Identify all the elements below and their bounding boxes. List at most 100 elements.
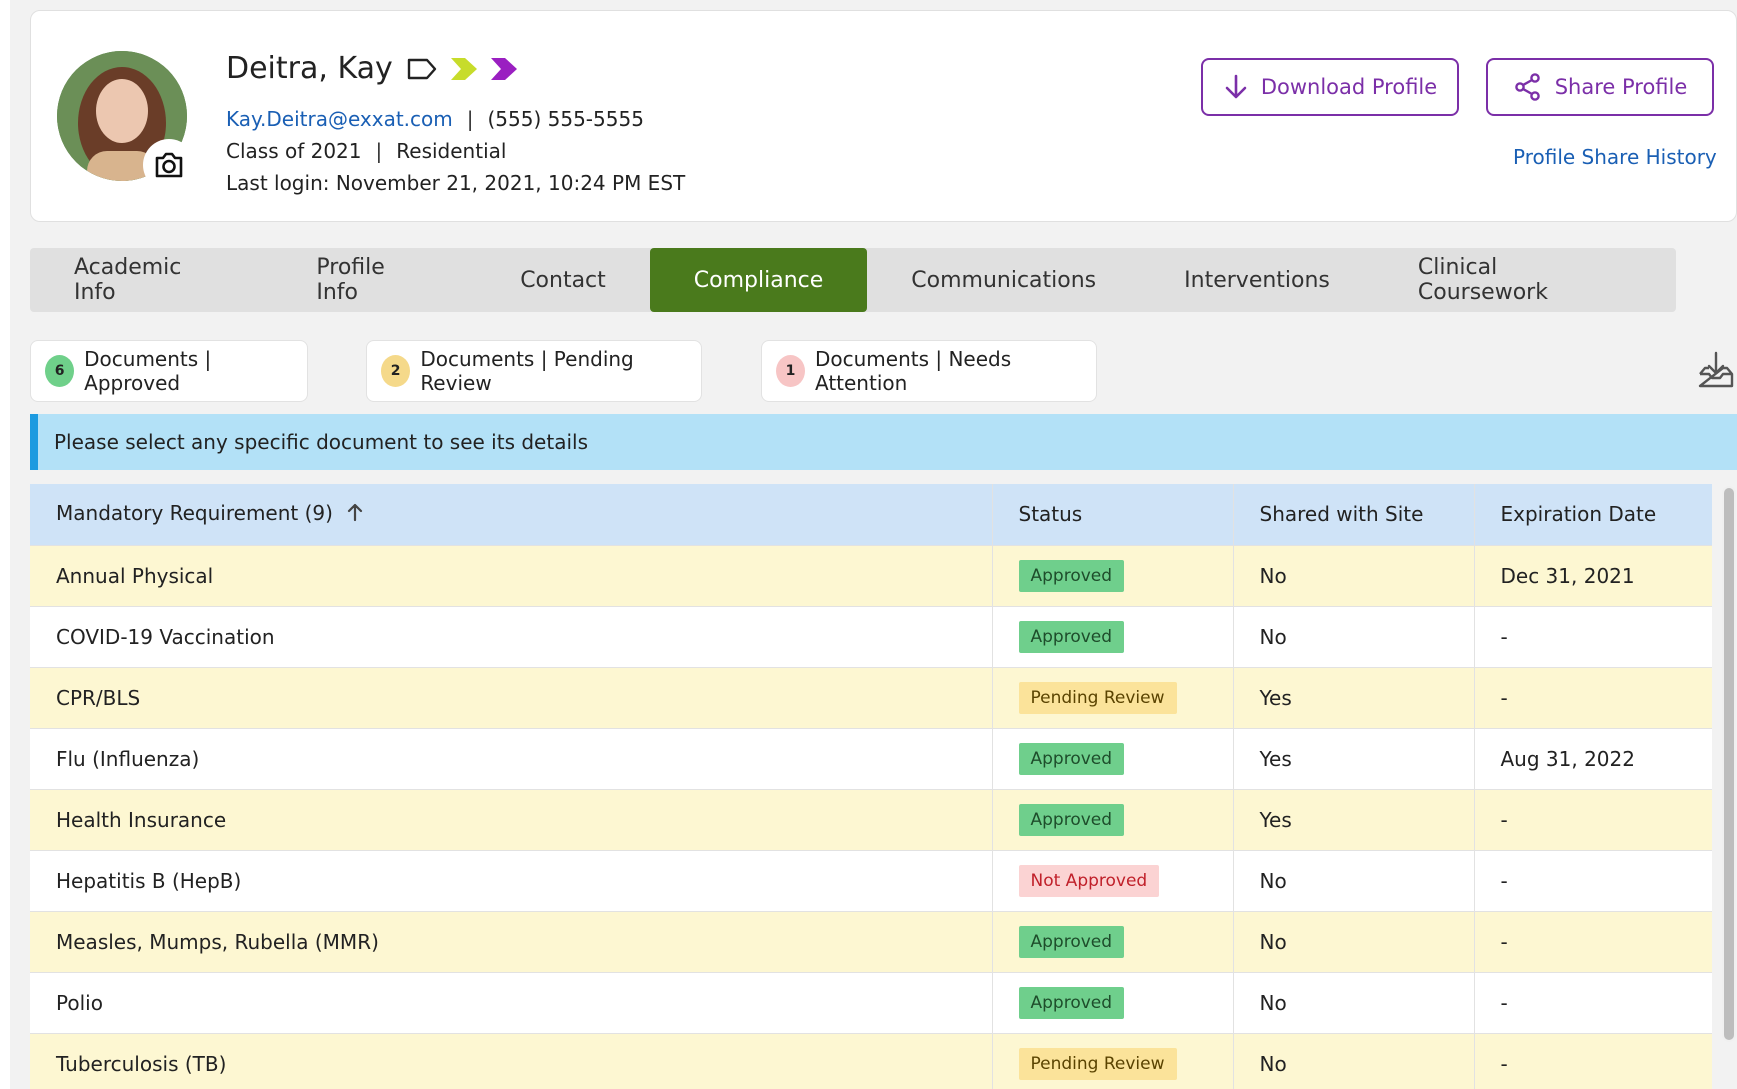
share-icon	[1514, 73, 1540, 101]
tag-outline-icon[interactable]	[407, 58, 437, 80]
status-badge: Pending Review	[1018, 681, 1177, 714]
tab-clinical-coursework[interactable]: Clinical Coursework	[1374, 248, 1676, 312]
email-link[interactable]: Kay.Deitra@exxat.com	[226, 107, 453, 131]
status-cell: Approved	[992, 728, 1234, 790]
profile-tabs: Academic Info Profile Info Contact Compl…	[30, 248, 1676, 312]
tab-compliance[interactable]: Compliance	[649, 248, 868, 312]
requirement-cell: Polio	[30, 972, 993, 1034]
status-cell: Approved	[992, 789, 1234, 851]
name-row: Deitra, Kay	[226, 51, 517, 86]
last-login: Last login: November 21, 2021, 10:24 PM …	[226, 171, 686, 195]
shared-cell: No	[1233, 1033, 1475, 1089]
tab-contact[interactable]: Contact	[476, 248, 650, 312]
requirement-cell: Flu (Influenza)	[30, 728, 993, 790]
status-badge: Approved	[1018, 559, 1125, 592]
status-cell: Approved	[992, 545, 1234, 607]
status-cell: Pending Review	[992, 667, 1234, 729]
table-row[interactable]: CPR/BLS Pending Review Yes -	[30, 667, 1712, 729]
expiration-cell: -	[1474, 911, 1712, 973]
shared-cell: Yes	[1233, 728, 1475, 790]
status-badge: Approved	[1018, 803, 1125, 836]
shared-cell: No	[1233, 850, 1475, 912]
requirement-cell: Measles, Mumps, Rubella (MMR)	[30, 911, 993, 973]
change-photo-button[interactable]	[143, 139, 195, 191]
share-profile-label: Share Profile	[1554, 75, 1688, 99]
table-row[interactable]: Health Insurance Approved Yes -	[30, 789, 1712, 851]
approved-documents-label: Documents | Approved	[84, 347, 212, 395]
expiration-cell: -	[1474, 789, 1712, 851]
status-cell: Approved	[992, 606, 1234, 668]
header-expiration-date[interactable]: Expiration Date	[1474, 484, 1712, 546]
requirements-table: Mandatory Requirement (9) Status Shared …	[30, 484, 1712, 1089]
phone-number: (555) 555-5555	[487, 107, 644, 131]
expiration-cell: -	[1474, 606, 1712, 668]
expiration-cell: -	[1474, 667, 1712, 729]
tab-profile-info[interactable]: Profile Info	[272, 248, 476, 312]
table-row[interactable]: COVID-19 Vaccination Approved No -	[30, 606, 1712, 668]
header-mandatory-requirement[interactable]: Mandatory Requirement (9)	[30, 484, 993, 546]
attention-count-badge: 1	[776, 355, 805, 387]
requirement-cell: Health Insurance	[30, 789, 993, 851]
separator: |	[466, 107, 474, 131]
chevron-right-lime-icon	[450, 57, 477, 80]
status-cell: Not Approved	[992, 850, 1234, 912]
pending-documents-filter[interactable]: 2 Documents | Pending Review	[366, 340, 702, 402]
header-shared-with-site[interactable]: Shared with Site	[1233, 484, 1475, 546]
table-scrollbar-thumb[interactable]	[1724, 488, 1734, 1040]
export-download-icon[interactable]	[1696, 350, 1736, 390]
expiration-cell: -	[1474, 972, 1712, 1034]
pending-documents-label: Documents | Pending Review	[420, 347, 634, 395]
shared-cell: No	[1233, 606, 1475, 668]
shared-cell: Yes	[1233, 667, 1475, 729]
status-cell: Approved	[992, 972, 1234, 1034]
header-status[interactable]: Status	[992, 484, 1234, 546]
table-row[interactable]: Measles, Mumps, Rubella (MMR) Approved N…	[30, 911, 1712, 973]
requirement-cell: COVID-19 Vaccination	[30, 606, 993, 668]
chevron-right-purple-icon	[490, 57, 517, 80]
status-badge: Approved	[1018, 620, 1125, 653]
expiration-cell: Dec 31, 2021	[1474, 545, 1712, 607]
approved-count-badge: 6	[45, 355, 75, 387]
attention-documents-filter[interactable]: 1 Documents | Needs Attention	[761, 340, 1097, 402]
status-cell: Approved	[992, 911, 1234, 973]
shared-cell: Yes	[1233, 789, 1475, 851]
table-row[interactable]: Hepatitis B (HepB) Not Approved No -	[30, 850, 1712, 912]
table-scrollbar[interactable]	[1722, 486, 1736, 1042]
table-header-row: Mandatory Requirement (9) Status Shared …	[30, 484, 1712, 546]
program-type: Residential	[396, 139, 507, 163]
sort-ascending-icon[interactable]	[347, 502, 363, 527]
class-year: Class of 2021	[226, 139, 362, 163]
approved-documents-filter[interactable]: 6 Documents | Approved	[30, 340, 308, 402]
info-banner: Please select any specific document to s…	[30, 414, 1737, 470]
table-row[interactable]: Annual Physical Approved No Dec 31, 2021	[30, 545, 1712, 607]
requirement-cell: Tuberculosis (TB)	[30, 1033, 993, 1089]
profile-share-history-link[interactable]: Profile Share History	[1513, 145, 1717, 169]
status-badge: Pending Review	[1018, 1047, 1177, 1080]
shared-cell: No	[1233, 972, 1475, 1034]
camera-icon	[155, 152, 183, 178]
attention-documents-label: Documents | Needs Attention	[814, 347, 1012, 395]
status-badge: Approved	[1018, 742, 1125, 775]
expiration-cell: -	[1474, 1033, 1712, 1089]
share-profile-button[interactable]: Share Profile	[1486, 58, 1714, 116]
download-profile-button[interactable]: Download Profile	[1201, 58, 1459, 116]
pending-count-badge: 2	[381, 355, 411, 387]
requirement-cell: Hepatitis B (HepB)	[30, 850, 993, 912]
page: Deitra, Kay Kay.Deitra@exxat.com | (555) 5…	[0, 0, 1737, 1089]
tab-academic-info[interactable]: Academic Info	[30, 248, 272, 312]
profile-details: Kay.Deitra@exxat.com | (555) 555-5555 Clas…	[226, 103, 685, 199]
table-row[interactable]: Tuberculosis (TB) Pending Review No -	[30, 1033, 1712, 1089]
header-mandatory-requirement-label: Mandatory Requirement (9)	[56, 501, 333, 526]
download-profile-label: Download Profile	[1260, 75, 1438, 99]
table-row[interactable]: Flu (Influenza) Approved Yes Aug 31, 202…	[30, 728, 1712, 790]
shared-cell: No	[1233, 911, 1475, 973]
class-line: Class of 2021 | Residential	[226, 135, 685, 167]
tab-interventions[interactable]: Interventions	[1140, 248, 1374, 312]
info-banner-text: Please select any specific document to s…	[54, 430, 588, 454]
status-badge: Not Approved	[1018, 864, 1160, 897]
table-row[interactable]: Polio Approved No -	[30, 972, 1712, 1034]
profile-card: Deitra, Kay Kay.Deitra@exxat.com | (555) 5…	[30, 10, 1737, 222]
requirement-cell: Annual Physical	[30, 545, 993, 607]
tab-communications[interactable]: Communications	[867, 248, 1140, 312]
status-badge: Approved	[1018, 986, 1125, 1019]
